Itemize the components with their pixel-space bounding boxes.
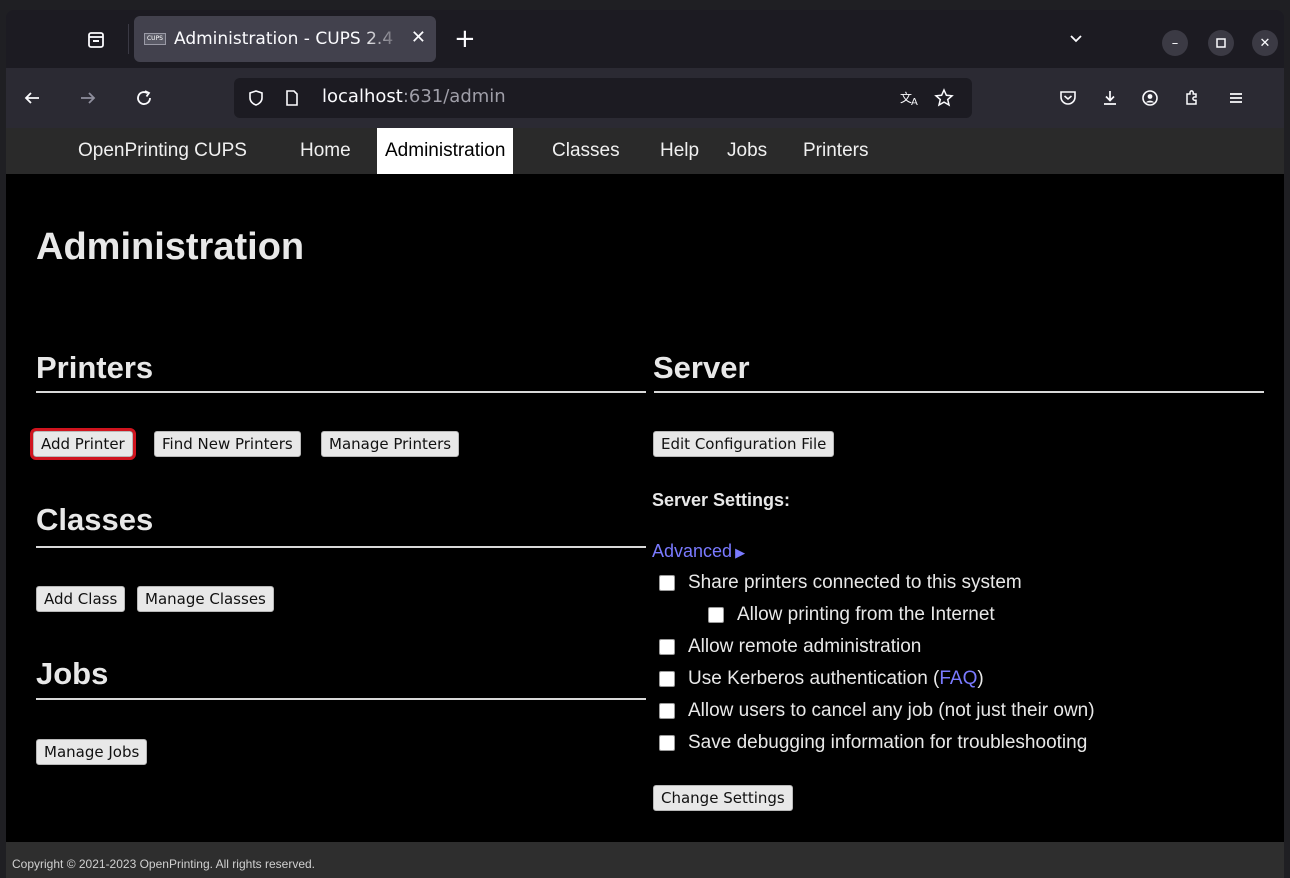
plus-icon[interactable]: + [454,24,476,54]
star-icon[interactable] [932,86,956,110]
allow-internet-printing-checkbox[interactable] [708,607,724,623]
remote-admin-checkbox[interactable] [659,639,675,655]
find-new-printers-button[interactable]: Find New Printers [154,431,301,457]
server-settings-label: Server Settings: [652,490,791,510]
remote-admin-label: Allow remote administration [688,636,922,657]
triangle-right-icon: ▶ [735,545,746,560]
kerberos-checkbox[interactable] [659,671,675,687]
close-window-icon[interactable]: ✕ [1252,30,1278,56]
nav-administration[interactable]: Administration [377,128,514,174]
tracking-shield-icon[interactable] [244,86,268,110]
classes-heading: Classes [36,502,154,537]
share-printers-option[interactable]: Share printers connected to this system [659,572,1022,594]
forward-arrow-icon[interactable] [72,82,104,114]
minimize-icon[interactable]: – [1162,30,1188,56]
manage-jobs-button[interactable]: Manage Jobs [36,739,148,765]
jobs-heading: Jobs [36,656,109,691]
reload-icon[interactable] [128,82,160,114]
download-icon[interactable] [1094,82,1126,114]
translate-icon[interactable]: 文A [898,86,922,110]
server-divider [654,391,1264,393]
debug-logging-option[interactable]: Save debugging information for troublesh… [659,732,1087,754]
nav-printers[interactable]: Printers [795,128,876,174]
tab-strip: CUPS Administration - CUPS 2.4 ✕ + – ✕ [6,10,1284,68]
share-printers-checkbox[interactable] [659,575,675,591]
debug-logging-label: Save debugging information for troublesh… [688,732,1088,753]
nav-classes[interactable]: Classes [544,128,628,174]
cups-favicon-icon: CUPS [144,33,166,45]
edit-configuration-file-button[interactable]: Edit Configuration File [653,431,835,457]
account-icon[interactable] [1134,82,1166,114]
url-bar[interactable]: localhost:631/admin 文A [234,78,972,118]
url-text[interactable]: localhost:631/admin [322,86,506,107]
cancel-any-job-option[interactable]: Allow users to cancel any job (not just … [659,700,1095,722]
url-path: :631/admin [402,86,506,107]
classes-divider [36,546,646,548]
maximize-icon[interactable] [1208,30,1234,56]
cancel-any-job-checkbox[interactable] [659,703,675,719]
advanced-toggle-link[interactable]: Advanced ▶ [652,541,745,562]
debug-logging-checkbox[interactable] [659,735,675,751]
browser-toolbar: localhost:631/admin 文A [6,68,1284,128]
extensions-icon[interactable] [1176,82,1208,114]
svg-text:A: A [911,97,918,107]
manage-classes-button[interactable]: Manage Classes [137,586,274,612]
jobs-divider [36,698,646,700]
cups-admin-page: OpenPrinting CUPS Home Administration Cl… [6,128,1284,878]
change-settings-button[interactable]: Change Settings [653,785,793,811]
chevron-down-icon[interactable] [1068,30,1084,50]
tab-title: Administration - CUPS 2.4 [174,29,394,49]
kerberos-label: Use Kerberos authentication ( [688,668,940,689]
nav-help[interactable]: Help [652,128,707,174]
page-icon[interactable] [280,86,304,110]
close-icon[interactable]: ✕ [411,28,426,48]
cups-top-nav: OpenPrinting CUPS Home Administration Cl… [6,128,1284,174]
hamburger-menu-icon[interactable] [1220,82,1252,114]
printers-divider [36,391,646,393]
allow-internet-printing-option[interactable]: Allow printing from the Internet [708,604,995,626]
tab-list-icon[interactable] [80,26,112,54]
kerberos-option[interactable]: Use Kerberos authentication (FAQ) [659,668,984,690]
cancel-any-job-label: Allow users to cancel any job (not just … [688,700,1095,721]
kerberos-label-end: ) [977,668,984,689]
back-arrow-icon[interactable] [16,82,48,114]
server-heading: Server [653,350,750,385]
page-footer: Copyright © 2021-2023 OpenPrinting. All … [6,842,1284,878]
printers-heading: Printers [36,350,154,385]
page-title: Administration [36,226,305,268]
advanced-label: Advanced [652,541,733,561]
add-printer-button[interactable]: Add Printer [30,428,136,460]
share-printers-label: Share printers connected to this system [688,572,1022,593]
kerberos-faq-link[interactable]: FAQ [939,668,977,690]
remote-admin-option[interactable]: Allow remote administration [659,636,921,658]
allow-internet-printing-label: Allow printing from the Internet [737,604,995,625]
manage-printers-button[interactable]: Manage Printers [321,431,460,457]
nav-jobs[interactable]: Jobs [719,128,775,174]
nav-brand-openprinting-cups[interactable]: OpenPrinting CUPS [70,128,255,174]
tab-separator [128,24,129,54]
nav-home[interactable]: Home [292,128,359,174]
browser-tab-active[interactable]: CUPS Administration - CUPS 2.4 ✕ [134,16,436,62]
pocket-icon[interactable] [1052,82,1084,114]
url-host: localhost [322,86,403,107]
add-class-button[interactable]: Add Class [36,586,126,612]
